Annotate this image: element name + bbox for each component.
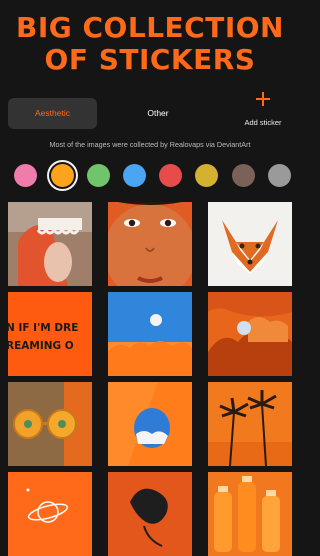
sticker-tile-fox[interactable] — [208, 202, 292, 286]
color-swatch-red[interactable] — [159, 164, 182, 187]
headline-line-2: OF STICKERS — [44, 43, 256, 76]
sticker-tile-sky-hole[interactable] — [108, 382, 192, 466]
color-swatch-blue[interactable] — [123, 164, 146, 187]
category-tabs: Aesthetic Other Add sticker — [8, 92, 292, 130]
tab-aesthetic[interactable]: Aesthetic — [8, 98, 97, 129]
color-filter-row — [14, 164, 292, 188]
sticker-tile-moon-clouds[interactable] — [208, 292, 292, 376]
sticker-tile-palm-trees[interactable] — [208, 382, 292, 466]
color-swatch-yellow[interactable] — [195, 164, 218, 187]
sticker-tile-lace-sleeve[interactable] — [8, 202, 92, 286]
color-swatch-brown[interactable] — [232, 164, 255, 187]
color-swatch-pink[interactable] — [14, 164, 37, 187]
headline: BIG COLLECTION OF STICKERS — [0, 12, 300, 76]
sticker-tile-planet-icon[interactable] — [8, 472, 92, 556]
sticker-tile-face-eyes[interactable] — [108, 202, 192, 286]
sticker-tile-sunglasses[interactable] — [8, 382, 92, 466]
tab-other[interactable]: Other — [122, 98, 194, 129]
credits-caption: Most of the images were collected by Rea… — [49, 140, 251, 149]
sticker-tile-moon-sky[interactable] — [108, 292, 192, 376]
color-swatch-orange[interactable] — [51, 164, 74, 187]
sticker-grid: N IF I'M DRE REAMING O — [8, 202, 292, 556]
plus-icon — [256, 92, 270, 106]
headline-line-1: BIG COLLECTION — [16, 11, 284, 44]
color-swatch-green[interactable] — [87, 164, 110, 187]
add-sticker-label: Add sticker — [244, 118, 282, 127]
sticker-tile-abstract-shape[interactable] — [108, 472, 192, 556]
color-swatch-gray[interactable] — [268, 164, 291, 187]
sticker-tile-orange-drinks[interactable] — [208, 472, 292, 556]
dreaming-text: N IF I'M DRE REAMING O — [8, 322, 79, 352]
sticker-tile-dreaming-text[interactable]: N IF I'M DRE REAMING O — [8, 292, 92, 376]
add-sticker-button[interactable]: Add sticker — [228, 92, 298, 132]
